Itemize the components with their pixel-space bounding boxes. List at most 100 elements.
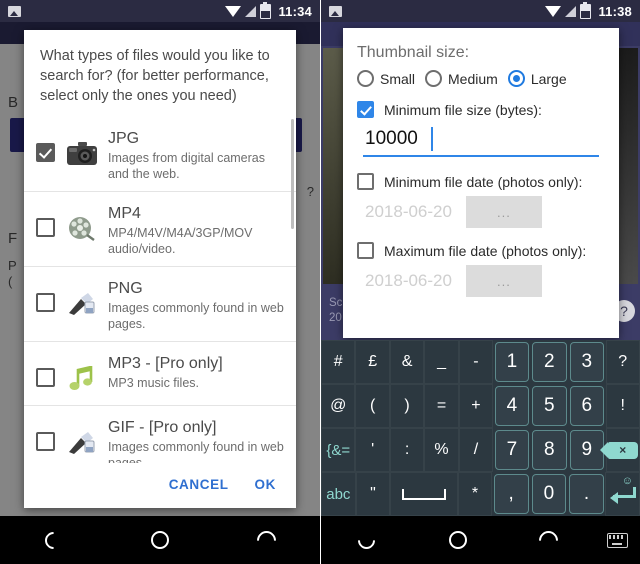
- key-space[interactable]: [390, 472, 458, 516]
- nav-recents-button[interactable]: [213, 526, 320, 554]
- key-1[interactable]: 1: [494, 342, 530, 382]
- checkbox-min-file-size[interactable]: [357, 101, 374, 118]
- key-comma[interactable]: ,: [493, 474, 529, 514]
- radio-option-medium[interactable]: Medium: [425, 70, 498, 87]
- key-abc-toggle[interactable]: abc: [321, 472, 356, 516]
- ok-button[interactable]: OK: [253, 473, 278, 496]
- file-type-desc-gif: Images commonly found in web pages.: [108, 440, 284, 463]
- key-enter[interactable]: ☺: [605, 472, 640, 516]
- value-max-file-date: 2018-06-20: [365, 271, 452, 290]
- right-phone-screen: Sc 20 ? Thumbnail size: Small Medium Lar…: [320, 0, 640, 564]
- file-type-row-gif[interactable]: GIF - [Pro only] Images commonly found i…: [24, 406, 296, 463]
- key-equals[interactable]: =: [424, 384, 459, 428]
- keyboard-icon: [606, 532, 628, 548]
- file-type-row-png[interactable]: PNG Images commonly found in web pages.: [24, 267, 296, 342]
- pick-min-date-button[interactable]: ...: [465, 196, 542, 228]
- min-file-size-row[interactable]: Minimum file size (bytes):: [357, 101, 605, 118]
- key-8[interactable]: 8: [532, 430, 567, 470]
- key-period[interactable]: .: [569, 474, 604, 514]
- enter-icon: [609, 487, 636, 504]
- key-slash[interactable]: /: [458, 428, 494, 472]
- min-file-date-row[interactable]: Minimum file date (photos only):: [357, 173, 605, 190]
- status-bar-indicators: 11:38: [545, 1, 632, 19]
- nav-home-button[interactable]: [412, 531, 503, 549]
- key-0[interactable]: 0: [531, 474, 567, 514]
- key-5[interactable]: 5: [532, 386, 567, 426]
- nav-back-button[interactable]: [0, 527, 107, 553]
- radio-small[interactable]: [357, 70, 374, 87]
- checkbox-gif[interactable]: [36, 432, 55, 451]
- radio-option-small[interactable]: Small: [357, 70, 415, 87]
- key-hyphen[interactable]: -: [458, 340, 494, 384]
- list-scrollbar[interactable]: [291, 119, 294, 229]
- nav-home-button[interactable]: [107, 531, 214, 549]
- smiley-icon[interactable]: ☺: [622, 475, 633, 487]
- radio-large[interactable]: [507, 70, 525, 87]
- file-type-text-gif: GIF - [Pro only] Images commonly found i…: [108, 416, 286, 463]
- key-plus[interactable]: +: [458, 384, 494, 428]
- key-colon[interactable]: :: [389, 428, 425, 472]
- keyboard-row-3: {&= ' : % / 7 8 9 ×: [321, 428, 640, 472]
- key-apostrophe[interactable]: ': [355, 428, 390, 472]
- signal-icon: [565, 5, 577, 17]
- checkbox-mp4[interactable]: [36, 218, 55, 237]
- on-screen-keyboard[interactable]: # £ & _ - 1 2 3 ? @ ( ) = + 4 5 6 ! {&= …: [321, 340, 640, 516]
- file-type-row-jpg[interactable]: JPG Images from digital cameras and the …: [24, 117, 296, 192]
- key-4[interactable]: 4: [494, 386, 530, 426]
- checkbox-max-file-date[interactable]: [357, 242, 374, 259]
- checkbox-png[interactable]: [36, 293, 55, 312]
- nav-back-button[interactable]: [321, 527, 412, 553]
- file-type-text-mp3: MP3 - [Pro only] MP3 music files.: [108, 352, 223, 391]
- file-type-row-mp4[interactable]: MP4 MP4/M4V/M4A/3GP/MOV audio/video.: [24, 192, 296, 267]
- battery-icon: [260, 1, 272, 19]
- file-type-desc-png: Images commonly found in web pages.: [108, 301, 284, 331]
- key-paren-open[interactable]: (: [355, 384, 390, 428]
- nav-keyboard-button[interactable]: [594, 532, 640, 548]
- key-underscore[interactable]: _: [424, 340, 459, 384]
- key-hash[interactable]: #: [321, 340, 356, 384]
- checkbox-mp3[interactable]: [36, 368, 55, 387]
- left-navigation-bar: [0, 516, 320, 564]
- key-quote[interactable]: ": [355, 472, 391, 516]
- min-file-size-input[interactable]: [363, 124, 599, 157]
- radio-medium[interactable]: [425, 70, 443, 87]
- status-bar-clock: 11:38: [598, 3, 632, 19]
- nav-recents-button[interactable]: [503, 526, 594, 554]
- left-status-bar: 11:34: [0, 0, 320, 22]
- file-type-row-mp3[interactable]: MP3 - [Pro only] MP3 music files.: [24, 342, 296, 406]
- file-type-list[interactable]: JPG Images from digital cameras and the …: [24, 116, 296, 463]
- key-ampersand[interactable]: &: [389, 340, 425, 384]
- radio-option-large[interactable]: Large: [507, 70, 567, 87]
- file-type-desc-jpg: Images from digital cameras and the web.: [108, 151, 266, 181]
- key-asterisk[interactable]: *: [457, 472, 493, 516]
- cancel-button[interactable]: CANCEL: [167, 473, 231, 496]
- status-bar-notifications: [8, 5, 225, 17]
- space-icon: [402, 488, 446, 500]
- key-6[interactable]: 6: [569, 386, 604, 426]
- checkbox-min-file-date[interactable]: [357, 173, 374, 190]
- max-file-date-row[interactable]: Maximum file date (photos only):: [357, 242, 605, 259]
- search-settings-dialog: Thumbnail size: Small Medium Large Minim…: [343, 28, 619, 338]
- paintbrush-icon: [65, 426, 99, 460]
- checkbox-jpg[interactable]: [36, 143, 55, 162]
- key-3[interactable]: 3: [569, 342, 604, 382]
- battery-icon: [580, 1, 592, 19]
- paintbrush-icon: [65, 287, 99, 321]
- key-7[interactable]: 7: [494, 430, 530, 470]
- key-backspace[interactable]: ×: [599, 428, 640, 472]
- key-symbols-toggle[interactable]: {&=: [321, 428, 356, 472]
- key-exclamation[interactable]: !: [605, 384, 640, 428]
- photo-notification-icon: [8, 5, 21, 17]
- pick-max-date-button[interactable]: ...: [465, 265, 542, 297]
- keyboard-row-2: @ ( ) = + 4 5 6 !: [321, 384, 640, 428]
- key-at[interactable]: @: [321, 384, 356, 428]
- key-percent[interactable]: %: [424, 428, 459, 472]
- file-type-desc-mp3: MP3 music files.: [108, 376, 199, 390]
- key-question[interactable]: ?: [605, 340, 640, 384]
- key-paren-close[interactable]: ): [389, 384, 425, 428]
- file-type-desc-mp4: MP4/M4V/M4A/3GP/MOV audio/video.: [108, 226, 253, 256]
- screenshot-root: B F P ( ? License Agreement (please read…: [0, 0, 640, 564]
- radio-label-small: Small: [380, 70, 416, 87]
- key-pound[interactable]: £: [355, 340, 390, 384]
- key-2[interactable]: 2: [532, 342, 567, 382]
